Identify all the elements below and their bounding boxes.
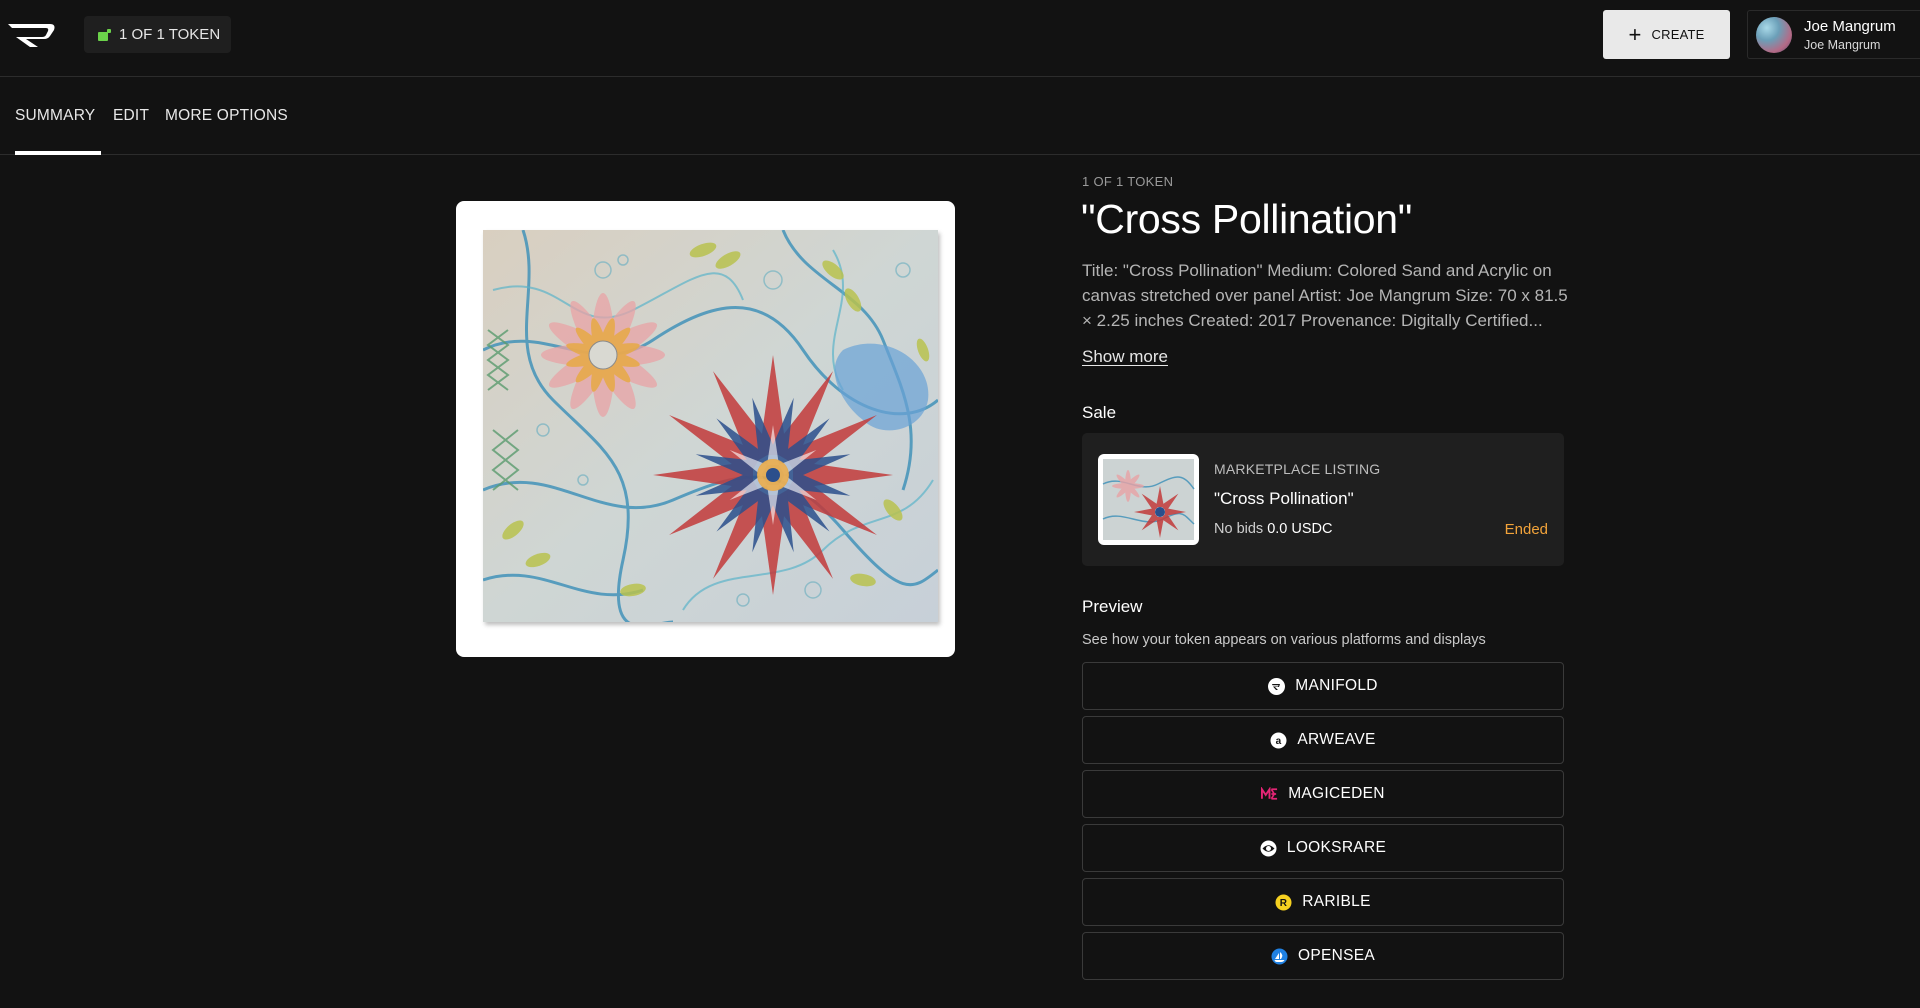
user-menu[interactable]: Joe Mangrum Joe Mangrum: [1747, 10, 1920, 59]
token-description: Title: "Cross Pollination" Medium: Color…: [1082, 261, 1568, 330]
token-chip-label: 1 OF 1 TOKEN: [119, 26, 221, 43]
preview-magiceden-button[interactable]: MAGICEDEN: [1082, 770, 1564, 818]
plus-icon: +: [1628, 21, 1642, 47]
preview-description: See how your token appears on various pl…: [1082, 632, 1486, 648]
sale-heading: Sale: [1082, 403, 1117, 422]
token-type-label: 1 OF 1 TOKEN: [1082, 174, 1174, 189]
preview-rarible-button[interactable]: R RARIBLE: [1082, 878, 1564, 926]
rarible-icon: R: [1275, 894, 1292, 911]
artwork-image: [483, 230, 938, 622]
user-name: Joe Mangrum: [1804, 17, 1896, 35]
tab-more-options[interactable]: MORE OPTIONS: [165, 77, 288, 154]
opensea-icon: [1271, 948, 1288, 965]
avatar: [1756, 16, 1792, 53]
platform-label: OPENSEA: [1297, 947, 1376, 964]
preview-heading: Preview: [1082, 597, 1143, 616]
user-handle: Joe Mangrum: [1804, 37, 1881, 52]
magiceden-icon: [1261, 786, 1278, 803]
svg-text:R: R: [1280, 898, 1288, 909]
bids-label: No bids: [1214, 521, 1264, 537]
manifold-icon: [1268, 677, 1286, 695]
listing-bids: No bids 0.0 USDC: [1214, 521, 1332, 537]
platform-label: ARWEAVE: [1297, 731, 1376, 748]
preview-looksrare-button[interactable]: LOOKSRARE: [1082, 824, 1564, 872]
create-button[interactable]: + CREATE: [1603, 10, 1730, 59]
status-badge: Ended: [1504, 521, 1548, 538]
tab-bar: SUMMARY EDIT MORE OPTIONS: [0, 77, 1920, 155]
preview-arweave-button[interactable]: a ARWEAVE: [1082, 716, 1564, 764]
sale-listing-card[interactable]: MARKETPLACE LISTING "Cross Pollination" …: [1082, 433, 1564, 566]
token-icon: [98, 28, 111, 41]
token-type-chip: 1 OF 1 TOKEN: [84, 16, 232, 53]
preview-manifold-button[interactable]: MANIFOLD: [1082, 662, 1564, 710]
platform-label: LOOKSRARE: [1286, 839, 1387, 856]
show-more-link[interactable]: Show more: [1082, 347, 1168, 367]
tab-summary[interactable]: SUMMARY: [15, 77, 101, 155]
page-title: "Cross Pollination": [1081, 196, 1413, 242]
listing-type: MARKETPLACE LISTING: [1214, 461, 1381, 477]
looksrare-icon: [1260, 840, 1277, 857]
arweave-icon: a: [1270, 732, 1287, 749]
top-bar: 1 OF 1 TOKEN + CREATE Joe Mangrum Joe Ma…: [0, 0, 1920, 77]
artwork-preview[interactable]: [456, 201, 955, 657]
listing-thumbnail: [1098, 454, 1199, 545]
listing-title: "Cross Pollination": [1214, 489, 1354, 508]
svg-text:a: a: [1276, 736, 1282, 747]
platform-preview-list: MANIFOLD a ARWEAVE MAGICEDEN LOOKSRARE R…: [1082, 662, 1564, 986]
create-button-label: CREATE: [1651, 27, 1705, 42]
tab-edit[interactable]: EDIT: [113, 77, 149, 154]
preview-opensea-button[interactable]: OPENSEA: [1082, 932, 1564, 980]
platform-label: MAGICEDEN: [1288, 785, 1385, 802]
listing-price: 0.0 USDC: [1267, 521, 1333, 537]
manifold-logo-icon[interactable]: [6, 20, 58, 50]
platform-label: RARIBLE: [1302, 893, 1371, 910]
platform-label: MANIFOLD: [1295, 677, 1378, 694]
